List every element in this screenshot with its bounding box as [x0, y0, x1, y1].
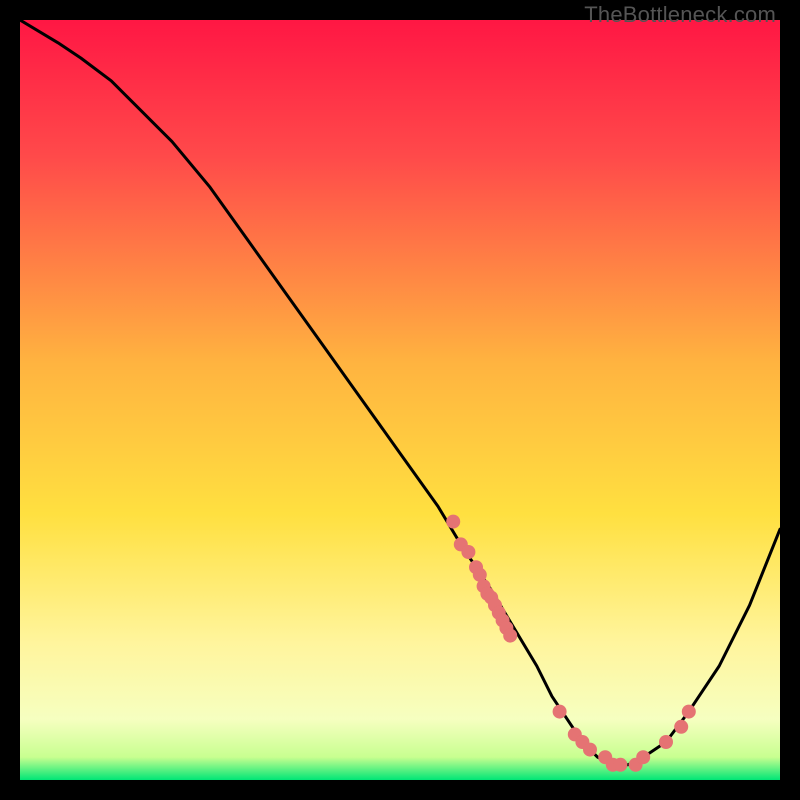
gradient-background [20, 20, 780, 780]
data-point-marker [613, 758, 627, 772]
data-point-marker [446, 515, 460, 529]
data-point-marker [583, 743, 597, 757]
data-point-marker [682, 705, 696, 719]
data-point-marker [553, 705, 567, 719]
chart-frame [20, 20, 780, 780]
data-point-marker [674, 720, 688, 734]
chart-svg [20, 20, 780, 780]
data-point-marker [461, 545, 475, 559]
data-point-marker [503, 629, 517, 643]
data-point-marker [636, 750, 650, 764]
watermark-text: TheBottleneck.com [584, 2, 776, 28]
data-point-marker [659, 735, 673, 749]
